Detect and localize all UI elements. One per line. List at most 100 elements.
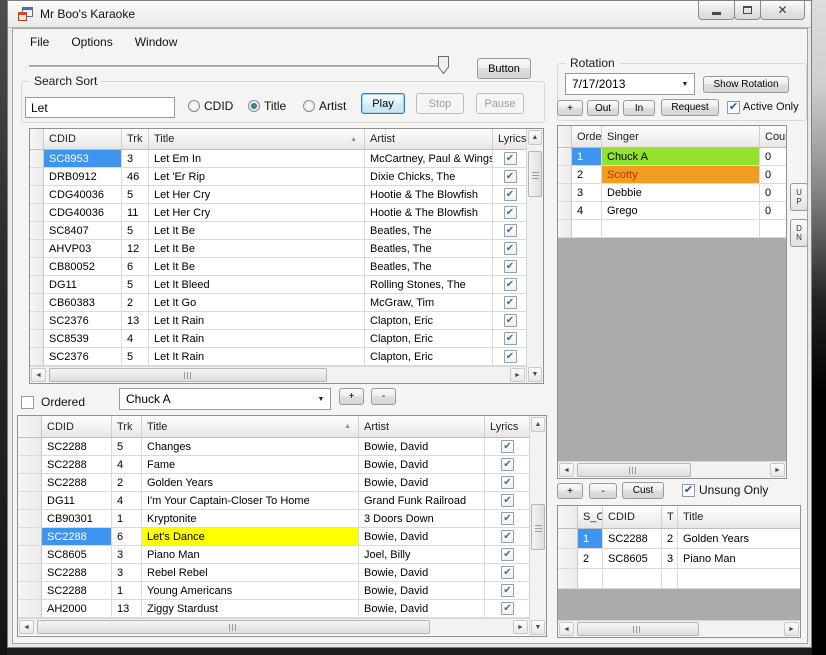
- table-row[interactable]: CDG400365Let Her CryHootie & The Blowfis…: [30, 186, 526, 204]
- lyrics-cell[interactable]: ✔: [493, 294, 526, 311]
- maximize-button[interactable]: [734, 1, 761, 20]
- scroll-right-icon[interactable]: ►: [513, 620, 528, 634]
- cell[interactable]: Bowie, David: [359, 582, 485, 599]
- v-scroll-thumb[interactable]: [531, 504, 545, 550]
- column-header-trk[interactable]: Trk: [112, 416, 142, 437]
- cell[interactable]: Rolling Stones, The: [365, 276, 493, 293]
- cell[interactable]: 13: [112, 600, 142, 617]
- lyrics-checkbox[interactable]: ✔: [501, 494, 514, 507]
- cell[interactable]: 3: [122, 150, 149, 167]
- rotation-date-picker[interactable]: 7/17/2013 ▼: [565, 73, 695, 95]
- cell[interactable]: 46: [122, 168, 149, 185]
- ordered-checkbox[interactable]: [21, 396, 34, 409]
- active-only-label[interactable]: Active Only: [743, 101, 799, 113]
- cell[interactable]: SC8605: [603, 549, 662, 568]
- cell[interactable]: 0: [760, 166, 786, 183]
- lyrics-cell[interactable]: ✔: [485, 582, 529, 599]
- stop-button[interactable]: Stop: [416, 93, 464, 114]
- ordered-label[interactable]: Ordered: [41, 395, 85, 409]
- cell[interactable]: Let Her Cry: [149, 186, 365, 203]
- rotation-grid[interactable]: OrderSingerCount1Chuck A02Scotty03Debbie…: [557, 125, 787, 479]
- row-header[interactable]: [18, 438, 42, 455]
- cell[interactable]: 2: [572, 166, 602, 183]
- close-button[interactable]: ✕: [760, 1, 805, 20]
- lyrics-cell[interactable]: ✔: [493, 240, 526, 257]
- menu-window[interactable]: Window: [124, 31, 189, 53]
- cell[interactable]: 1: [572, 148, 602, 165]
- v-scrollbar[interactable]: ▲▼: [526, 129, 543, 383]
- column-header-cdid[interactable]: CDID: [44, 129, 122, 149]
- cell[interactable]: 3: [572, 184, 602, 201]
- cell[interactable]: Changes: [142, 438, 359, 455]
- row-header[interactable]: [30, 258, 44, 275]
- h-scrollbar[interactable]: ◄►: [18, 618, 529, 635]
- cell[interactable]: 11: [122, 204, 149, 221]
- table-row[interactable]: 3Debbie0: [558, 184, 786, 202]
- cell[interactable]: Rebel Rebel: [142, 564, 359, 581]
- cust-button[interactable]: Cust: [622, 482, 664, 499]
- cell[interactable]: SC2376: [44, 312, 122, 329]
- cell[interactable]: 0: [760, 148, 786, 165]
- cell[interactable]: CB60383: [44, 294, 122, 311]
- cell[interactable]: DG11: [44, 276, 122, 293]
- cell[interactable]: SC2288: [42, 456, 112, 473]
- lyrics-cell[interactable]: ✔: [493, 330, 526, 347]
- v-scroll-track[interactable]: [528, 145, 542, 367]
- table-row[interactable]: SC84075Let It BeBeatles, The✔: [30, 222, 526, 240]
- column-header-artist[interactable]: Artist: [359, 416, 485, 437]
- cell[interactable]: 3 Doors Down: [359, 510, 485, 527]
- radio-artist-label[interactable]: Artist: [319, 99, 346, 113]
- row-header[interactable]: [18, 456, 42, 473]
- h-scroll-track[interactable]: [34, 620, 513, 634]
- cell[interactable]: CDG40036: [44, 204, 122, 221]
- row-header[interactable]: [30, 330, 44, 347]
- lyrics-checkbox[interactable]: ✔: [501, 566, 514, 579]
- cell[interactable]: 2: [578, 549, 603, 568]
- row-header[interactable]: [18, 564, 42, 581]
- column-header-title[interactable]: Title: [678, 506, 800, 528]
- cell[interactable]: Hootie & The Blowfish: [365, 204, 493, 221]
- rotation-in-button[interactable]: In: [623, 100, 655, 116]
- row-header[interactable]: [30, 312, 44, 329]
- h-scroll-thumb[interactable]: [49, 368, 327, 382]
- lyrics-cell[interactable]: ✔: [493, 348, 526, 365]
- row-header[interactable]: [558, 184, 572, 201]
- cell[interactable]: Debbie: [602, 184, 760, 201]
- cell[interactable]: 5: [122, 276, 149, 293]
- cell[interactable]: SC8539: [44, 330, 122, 347]
- search-input[interactable]: [25, 97, 175, 118]
- cell[interactable]: 1: [578, 529, 603, 548]
- lyrics-cell[interactable]: ✔: [493, 312, 526, 329]
- cell[interactable]: SC2288: [42, 564, 112, 581]
- row-header[interactable]: [30, 186, 44, 203]
- row-header[interactable]: [558, 148, 572, 165]
- cell[interactable]: SC2376: [44, 348, 122, 365]
- cell[interactable]: Piano Man: [142, 546, 359, 563]
- cell[interactable]: DRB0912: [44, 168, 122, 185]
- cell[interactable]: Hootie & The Blowfish: [365, 186, 493, 203]
- column-header-cdid[interactable]: CDID: [42, 416, 112, 437]
- row-header[interactable]: [30, 240, 44, 257]
- scroll-down-icon[interactable]: ▼: [528, 367, 542, 382]
- request-button[interactable]: Request: [661, 99, 719, 116]
- row-header[interactable]: [30, 348, 44, 365]
- h-scrollbar[interactable]: ◄►: [558, 461, 786, 478]
- row-header[interactable]: [18, 492, 42, 509]
- lyrics-checkbox[interactable]: ✔: [504, 206, 517, 219]
- cell[interactable]: Young Americans: [142, 582, 359, 599]
- cell[interactable]: Bowie, David: [359, 456, 485, 473]
- lyrics-checkbox[interactable]: ✔: [501, 440, 514, 453]
- cell[interactable]: Let Her Cry: [149, 204, 365, 221]
- lyrics-checkbox[interactable]: ✔: [504, 170, 517, 183]
- table-row[interactable]: SC23765Let It RainClapton, Eric✔: [30, 348, 526, 366]
- singer-add-button[interactable]: +: [339, 388, 364, 405]
- table-row[interactable]: AH200013Ziggy StardustBowie, David✔: [18, 600, 529, 618]
- row-header[interactable]: [558, 549, 578, 568]
- move-down-button[interactable]: DN: [790, 219, 808, 247]
- cell[interactable]: SC8605: [42, 546, 112, 563]
- lyrics-cell[interactable]: ✔: [493, 222, 526, 239]
- scroll-left-icon[interactable]: ◄: [31, 368, 46, 382]
- table-row[interactable]: AHVP0312Let It BeBeatles, The✔: [30, 240, 526, 258]
- move-up-button[interactable]: UP: [790, 183, 808, 211]
- cell[interactable]: 3: [662, 549, 678, 568]
